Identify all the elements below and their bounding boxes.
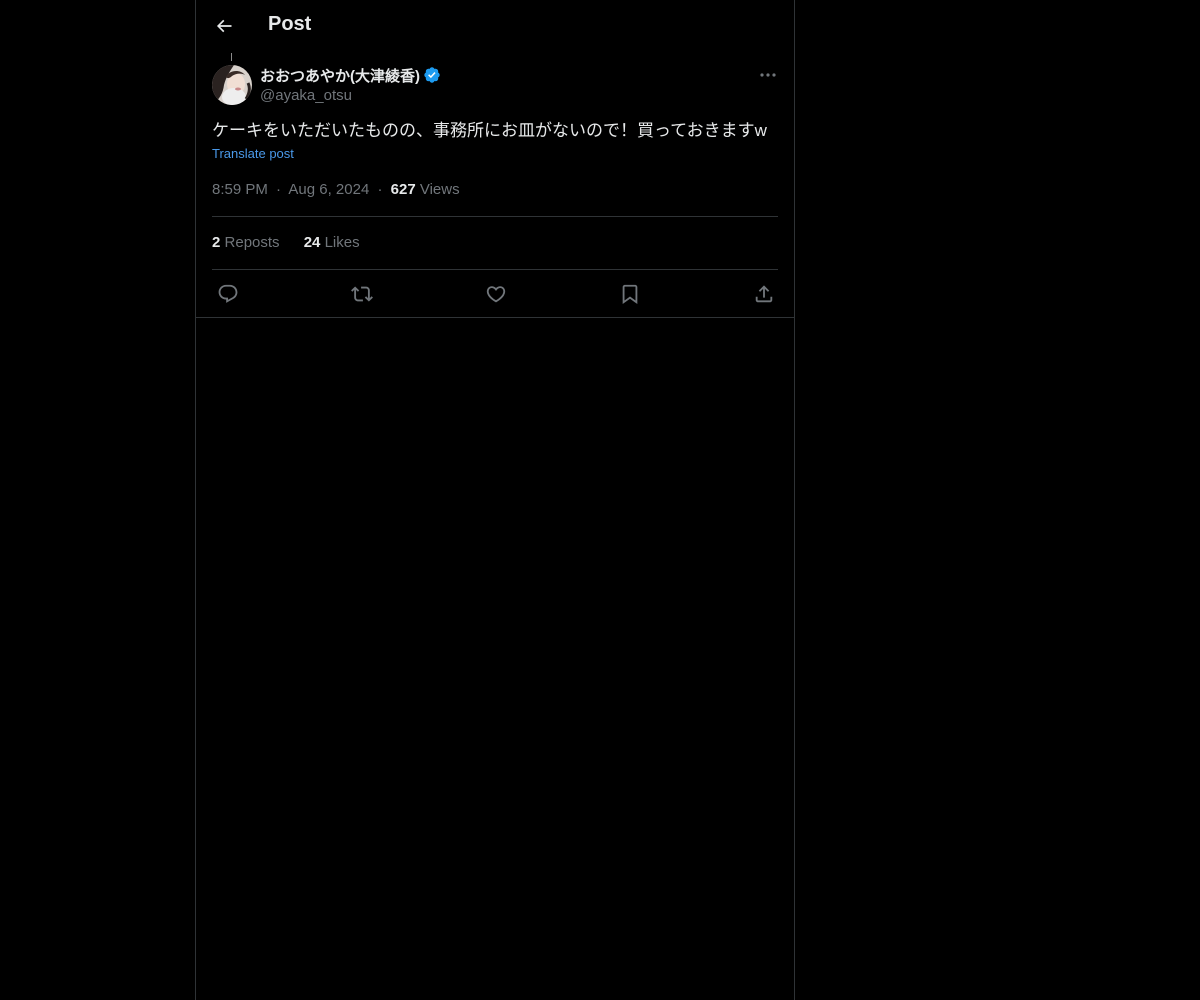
- views-count: 627: [390, 181, 416, 198]
- more-options-button[interactable]: [754, 64, 782, 86]
- more-dots-icon: [760, 73, 776, 77]
- page-title: Post: [268, 13, 312, 35]
- arrow-left-icon: [216, 19, 232, 33]
- meta-separator: ·: [377, 181, 383, 198]
- display-name-row: おおつあやか(大津綾香): [260, 64, 441, 86]
- post-detail-column: Post おおつあやか(大津綾香) @ayaka_otsu ケーキをいただいたも…: [195, 0, 795, 1000]
- post-text: ケーキをいただいたものの、事務所にお皿がないので！買っておきますw: [212, 121, 767, 140]
- likes-count: 24: [303, 234, 321, 251]
- post-time[interactable]: 8:59 PM: [212, 181, 268, 198]
- author-block: おおつあやか(大津綾香) @ayaka_otsu: [260, 64, 441, 106]
- author-display-name[interactable]: おおつあやか(大津綾香): [260, 65, 420, 86]
- author-handle[interactable]: @ayaka_otsu: [260, 86, 441, 106]
- repost-button[interactable]: [348, 280, 376, 308]
- heart-icon: [486, 286, 506, 303]
- post-action-bar: [196, 270, 794, 316]
- avatar[interactable]: [212, 65, 252, 105]
- bookmark-button[interactable]: [616, 280, 644, 308]
- translate-post-link[interactable]: Translate post: [212, 146, 294, 161]
- views-label: Views: [419, 181, 460, 198]
- back-button[interactable]: [208, 10, 240, 42]
- post-stats: 2 Reposts 24 Likes: [212, 233, 380, 253]
- reposts-stat[interactable]: 2 Reposts: [212, 234, 284, 251]
- post-date[interactable]: Aug 6, 2024: [288, 181, 369, 198]
- likes-stat[interactable]: 24 Likes: [304, 234, 360, 251]
- share-button[interactable]: [750, 280, 778, 308]
- meta-separator: ·: [276, 181, 282, 198]
- like-button[interactable]: [482, 280, 510, 308]
- post-metadata: 8:59 PM · Aug 6, 2024 · 627 Views: [212, 180, 460, 200]
- verified-badge-icon[interactable]: [423, 66, 441, 84]
- share-icon: [755, 285, 773, 303]
- bookmark-icon: [622, 284, 638, 305]
- divider: [212, 216, 778, 217]
- reply-button[interactable]: [214, 280, 242, 308]
- reposts-count: 2: [212, 234, 221, 251]
- thread-connector-line: [231, 53, 232, 61]
- repost-icon: [351, 286, 373, 302]
- page-header: Post: [196, 0, 794, 53]
- reposts-label: Reposts: [224, 234, 280, 251]
- avatar-image: [212, 65, 252, 105]
- post-bottom-border: [196, 317, 794, 318]
- reply-icon: [218, 284, 238, 303]
- likes-label: Likes: [324, 234, 360, 251]
